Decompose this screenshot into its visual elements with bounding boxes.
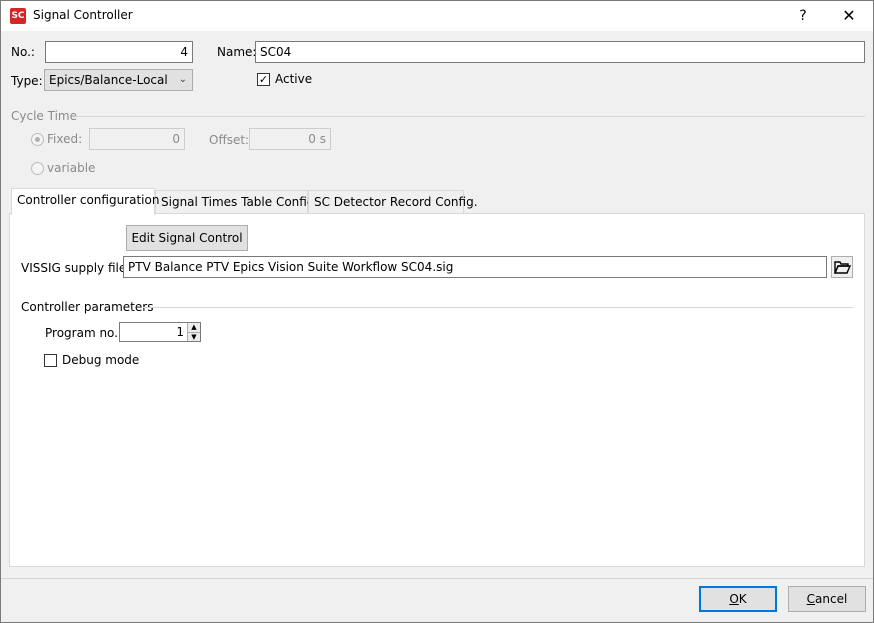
ok-button[interactable]: OK bbox=[699, 586, 777, 612]
cycle-time-group-label: Cycle Time bbox=[11, 109, 77, 123]
signal-controller-dialog: SC Signal Controller ? ✕ No.: 4 Name: SC… bbox=[0, 0, 874, 623]
type-dropdown[interactable]: Epics/Balance-Local ⌄ bbox=[44, 69, 193, 91]
stepper-buttons[interactable]: ▲ ▼ bbox=[187, 323, 200, 341]
program-no-value: 1 bbox=[176, 325, 184, 339]
chevron-down-icon: ⌄ bbox=[178, 74, 187, 85]
tab-controller-configuration[interactable]: Controller configuration bbox=[11, 188, 159, 215]
ok-accelerator: O bbox=[729, 592, 739, 606]
offset-field[interactable]: 0 s bbox=[249, 128, 331, 150]
no-label: No.: bbox=[11, 45, 35, 59]
name-label: Name: bbox=[217, 45, 257, 59]
radio-selected-dot bbox=[35, 137, 40, 142]
program-no-label: Program no.: bbox=[45, 326, 123, 340]
debug-mode-checkbox[interactable] bbox=[44, 354, 57, 367]
check-icon: ✓ bbox=[258, 73, 269, 86]
title-bar: SC Signal Controller ? ✕ bbox=[1, 1, 873, 31]
offset-label: Offset: bbox=[209, 133, 250, 147]
fixed-radio[interactable] bbox=[31, 133, 44, 146]
footer-divider bbox=[1, 578, 873, 579]
cancel-accelerator: C bbox=[806, 592, 816, 606]
tab-sc-detector-record-config[interactable]: SC Detector Record Config. bbox=[308, 190, 478, 214]
cancel-label-rest: ancel bbox=[815, 592, 848, 606]
stepper-down-icon[interactable]: ▼ bbox=[188, 332, 200, 341]
browse-file-button[interactable] bbox=[831, 256, 853, 278]
controller-parameters-group-label: Controller parameters bbox=[21, 300, 154, 314]
cancel-button[interactable]: Cancel bbox=[788, 586, 866, 612]
app-icon: SC bbox=[10, 8, 26, 24]
fixed-label: Fixed: bbox=[47, 132, 83, 146]
debug-mode-label: Debug mode bbox=[62, 353, 140, 367]
active-checkbox[interactable]: ✓ bbox=[257, 73, 270, 86]
no-field[interactable]: 4 bbox=[45, 41, 193, 63]
active-label: Active bbox=[275, 72, 313, 86]
tab-signal-times-table-config[interactable]: Signal Times Table Config. bbox=[155, 190, 318, 214]
controller-parameters-divider bbox=[143, 307, 853, 308]
window-title: Signal Controller bbox=[33, 8, 133, 22]
close-button[interactable]: ✕ bbox=[829, 1, 869, 31]
stepper-up-icon[interactable]: ▲ bbox=[188, 323, 200, 332]
ok-label-rest: K bbox=[738, 592, 747, 606]
supply-file-field[interactable]: PTV Balance PTV Epics Vision Suite Workf… bbox=[123, 256, 827, 278]
folder-open-icon bbox=[833, 261, 852, 274]
supply-file-label: VISSIG supply file: bbox=[21, 261, 131, 275]
name-field[interactable]: SC04 bbox=[255, 41, 865, 63]
help-button[interactable]: ? bbox=[783, 1, 823, 31]
type-label: Type: bbox=[11, 74, 43, 88]
program-no-stepper[interactable]: 1 ▲ ▼ bbox=[119, 322, 201, 342]
variable-label: variable bbox=[47, 161, 96, 175]
type-dropdown-value: Epics/Balance-Local bbox=[49, 73, 168, 87]
cycle-time-divider bbox=[75, 116, 865, 117]
variable-radio[interactable] bbox=[31, 162, 44, 175]
fixed-field[interactable]: 0 bbox=[89, 128, 185, 150]
edit-signal-control-button[interactable]: Edit Signal Control bbox=[126, 225, 248, 251]
